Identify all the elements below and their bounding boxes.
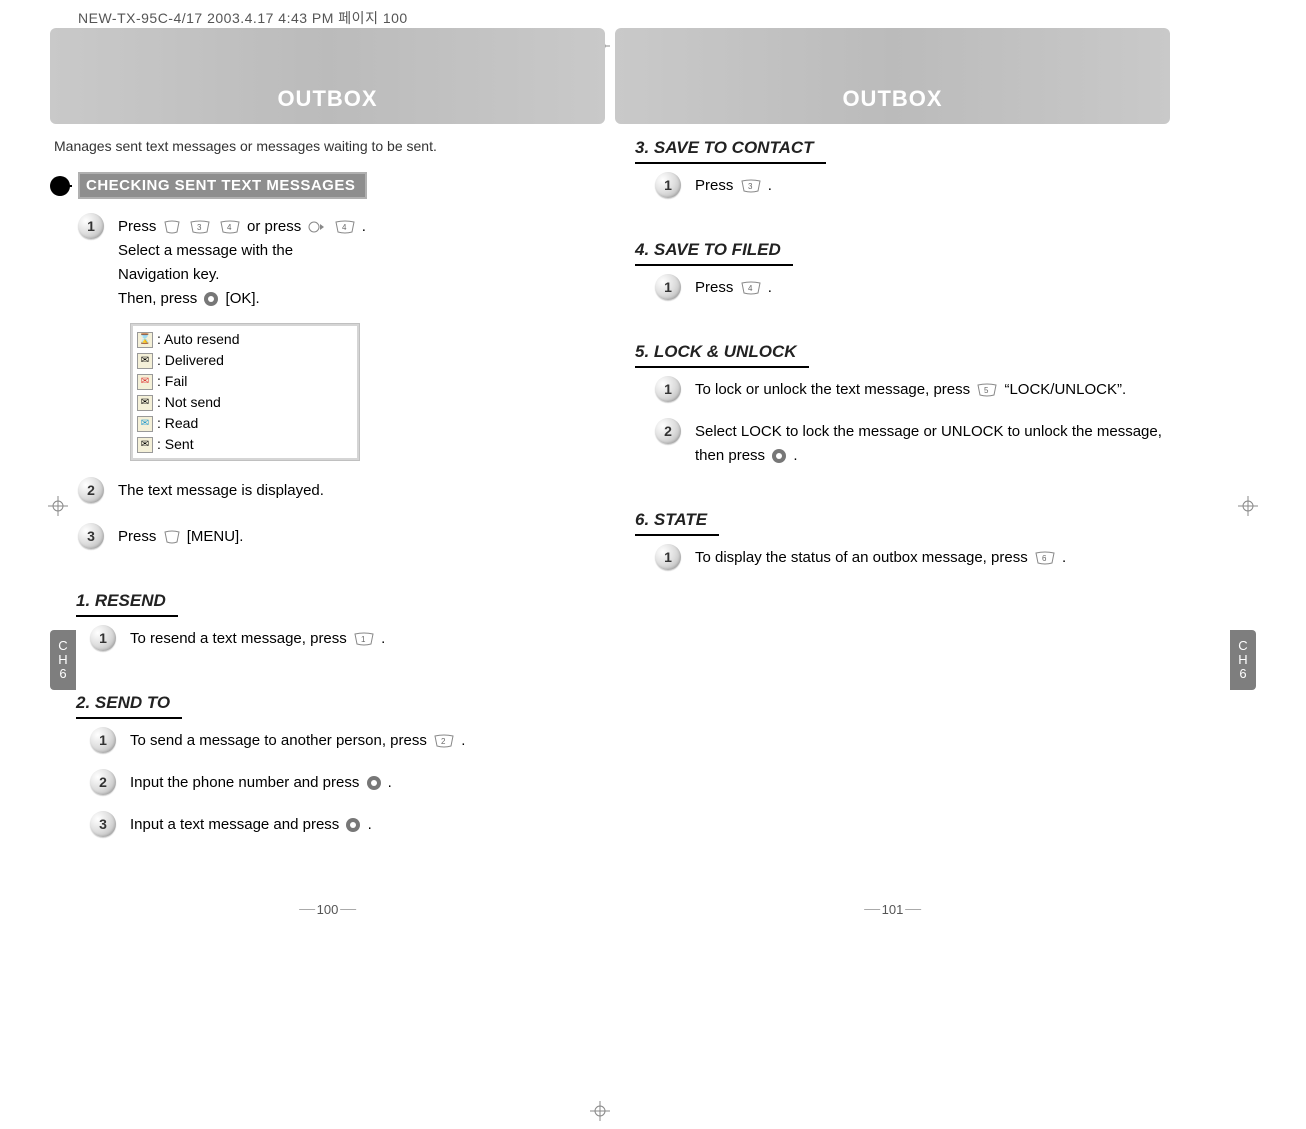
delivered-icon: ✉	[137, 353, 153, 369]
intro-text: Manages sent text messages or messages w…	[54, 138, 605, 154]
svg-text:6: 6	[1042, 554, 1047, 563]
softkey-icon	[163, 220, 181, 234]
key-1-icon: 1	[353, 632, 375, 646]
nav-right-icon	[307, 220, 325, 234]
step-number-icon: 3	[90, 811, 116, 837]
svg-text:4: 4	[227, 223, 232, 232]
save-contact-step-1: 1 Press 3 .	[655, 174, 1170, 198]
svg-text:4: 4	[748, 284, 753, 293]
page-number-right: 101	[864, 902, 922, 917]
ok-key-icon	[345, 817, 361, 833]
page-right: OUTBOX 3. SAVE TO CONTACT 1 Press 3 . 4.…	[615, 28, 1170, 937]
section-label: CHECKING SENT TEXT MESSAGES	[50, 172, 367, 199]
save-filed-step-1: 1 Press 4 .	[655, 276, 1170, 300]
step-number-icon: 1	[655, 274, 681, 300]
send-to-step-2: 2 Input the phone number and press .	[90, 771, 605, 795]
status-delivered: ✉: Delivered	[135, 350, 355, 371]
ok-key-icon	[771, 448, 787, 464]
step-number-icon: 1	[90, 625, 116, 651]
svg-text:1: 1	[361, 635, 366, 644]
status-sent: ✉: Sent	[135, 434, 355, 455]
key-3-icon: 3	[189, 220, 211, 234]
subsection-save-filed: 4. SAVE TO FILED	[635, 240, 781, 270]
step-3: 3 Press [MENU].	[78, 525, 605, 549]
sent-icon: ✉	[137, 437, 153, 453]
read-icon: ✉	[137, 416, 153, 432]
send-to-step-3: 3 Input a text message and press .	[90, 813, 605, 837]
status-not-send: ✉: Not send	[135, 392, 355, 413]
svg-text:3: 3	[748, 182, 753, 191]
step-number-icon: 1	[655, 376, 681, 402]
page-title: OUTBOX	[277, 86, 377, 112]
crop-mark-bottom	[590, 1101, 610, 1121]
subsection-lock-unlock: 5. LOCK & UNLOCK	[635, 342, 797, 372]
lock-step-1: 1 To lock or unlock the text message, pr…	[655, 378, 1170, 402]
lock-step-2: 2 Select LOCK to lock the message or UNL…	[655, 420, 1170, 468]
step-number-icon: 3	[78, 523, 104, 549]
step-number-icon: 1	[655, 544, 681, 570]
status-auto-resend: ⌛: Auto resend	[135, 329, 355, 350]
page-header-left: OUTBOX	[50, 28, 605, 124]
key-5-icon: 5	[976, 383, 998, 397]
step-number-icon: 2	[90, 769, 116, 795]
not-send-icon: ✉	[137, 395, 153, 411]
subsection-state: 6. STATE	[635, 510, 707, 540]
step-number-icon: 2	[655, 418, 681, 444]
ok-key-icon	[203, 291, 219, 307]
section-bullet-icon	[50, 176, 70, 196]
hourglass-icon: ⌛	[137, 332, 153, 348]
svg-text:5: 5	[984, 386, 989, 395]
fail-icon: ✉	[137, 374, 153, 390]
step-number-icon: 1	[655, 172, 681, 198]
key-3-icon: 3	[740, 179, 762, 193]
key-2-icon: 2	[433, 734, 455, 748]
send-to-step-1: 1 To send a message to another person, p…	[90, 729, 605, 753]
key-6-icon: 6	[1034, 551, 1056, 565]
subsection-send-to: 2. SEND TO	[76, 693, 170, 723]
svg-text:3: 3	[197, 223, 202, 232]
step-2: 2 The text message is displayed.	[78, 479, 605, 503]
step-number-icon: 1	[78, 213, 104, 239]
section-title: CHECKING SENT TEXT MESSAGES	[78, 172, 367, 199]
status-legend-box: ⌛: Auto resend ✉: Delivered ✉: Fail ✉: N…	[130, 323, 360, 461]
page-header-right: OUTBOX	[615, 28, 1170, 124]
print-header: NEW-TX-95C-4/17 2003.4.17 4:43 PM 페이지 10…	[78, 8, 408, 28]
step-1: 1 Press 3 4 or press 4 . Select a messag…	[78, 215, 605, 311]
key-4-icon: 4	[219, 220, 241, 234]
step-number-icon: 2	[78, 477, 104, 503]
page-number-left: 100	[299, 902, 357, 917]
subsection-resend: 1. RESEND	[76, 591, 166, 621]
subsection-save-contact: 3. SAVE TO CONTACT	[635, 138, 814, 168]
status-read: ✉: Read	[135, 413, 355, 434]
key-4-icon: 4	[334, 220, 356, 234]
ok-key-icon	[366, 775, 382, 791]
page-title: OUTBOX	[842, 86, 942, 112]
state-step-1: 1 To display the status of an outbox mes…	[655, 546, 1170, 570]
step-number-icon: 1	[90, 727, 116, 753]
softkey-icon	[163, 530, 181, 544]
status-fail: ✉: Fail	[135, 371, 355, 392]
svg-text:4: 4	[342, 223, 347, 232]
svg-text:2: 2	[441, 737, 446, 746]
side-tab-right: CH6	[1230, 630, 1256, 690]
page-left: OUTBOX Manages sent text messages or mes…	[50, 28, 605, 937]
resend-step-1: 1 To resend a text message, press 1 .	[90, 627, 605, 651]
key-4-icon: 4	[740, 281, 762, 295]
